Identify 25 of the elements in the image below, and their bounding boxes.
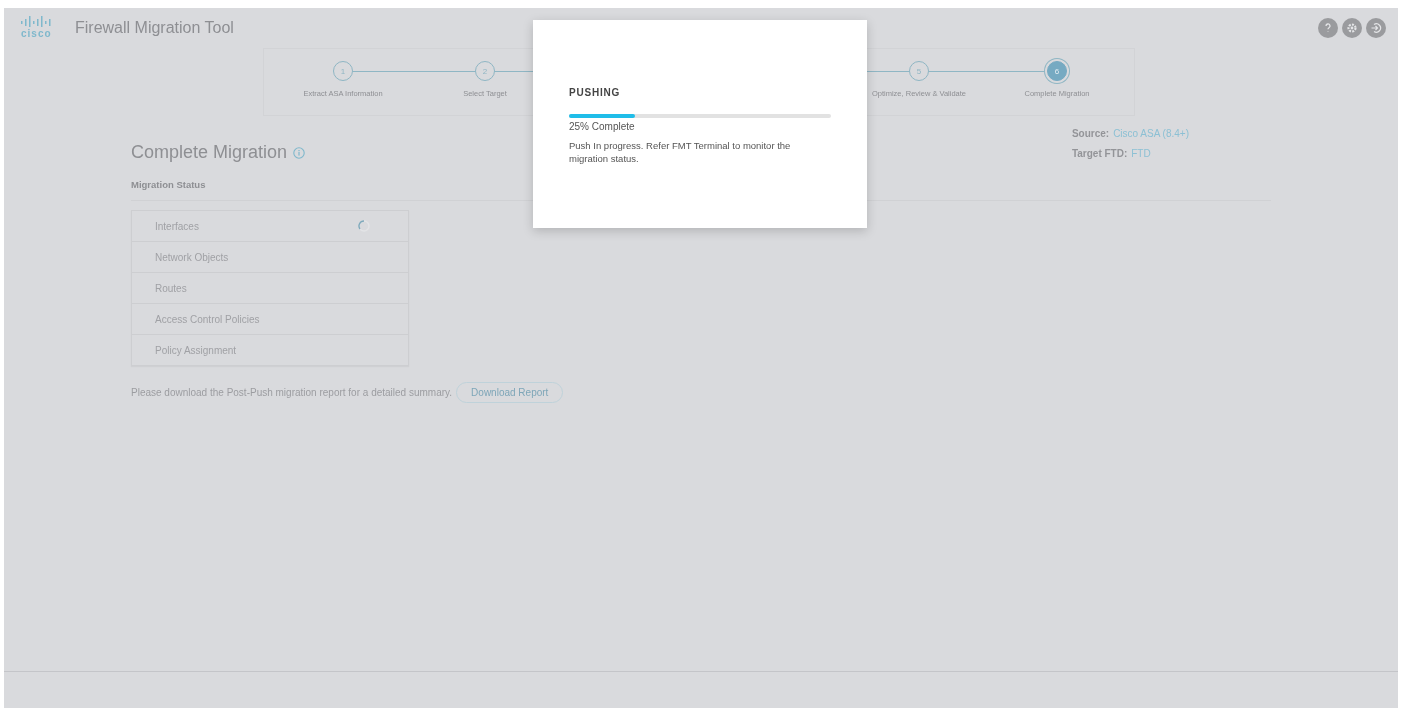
step-number[interactable]: 2	[475, 61, 495, 81]
settings-icon[interactable]	[1342, 18, 1362, 38]
page-title: Complete Migration	[131, 142, 288, 163]
dialog-message: Push In progress. Refer FMT Terminal to monitor the migration status.	[569, 139, 792, 166]
logout-icon[interactable]	[1366, 18, 1386, 38]
status-item: Interfaces	[155, 220, 199, 232]
logo-icon	[20, 16, 51, 27]
dialog-title: PUSHING	[569, 87, 622, 98]
logo-text: cisco	[21, 28, 52, 39]
target-label: Target FTD:	[1071, 148, 1128, 159]
status-item: Access Control Policies	[155, 313, 260, 325]
target-value: FTD	[1131, 148, 1151, 159]
progress-text: 25% Complete	[569, 121, 636, 132]
status-item: Routes	[155, 282, 187, 294]
step-number[interactable]: 5	[909, 61, 929, 81]
step-number[interactable]: 1	[333, 61, 353, 81]
source-label: Source:	[1071, 128, 1110, 139]
help-icon[interactable]	[1318, 18, 1338, 38]
info-icon[interactable]	[293, 146, 306, 159]
app-title: Firewall Migration Tool	[75, 19, 234, 37]
source-value: Cisco ASA (8.4+)	[1113, 128, 1189, 139]
step-number[interactable]: 6	[1047, 61, 1067, 81]
section-title: Migration Status	[131, 179, 207, 190]
status-item: Policy Assignment	[155, 344, 237, 356]
status-item: Network Objects	[155, 251, 229, 263]
